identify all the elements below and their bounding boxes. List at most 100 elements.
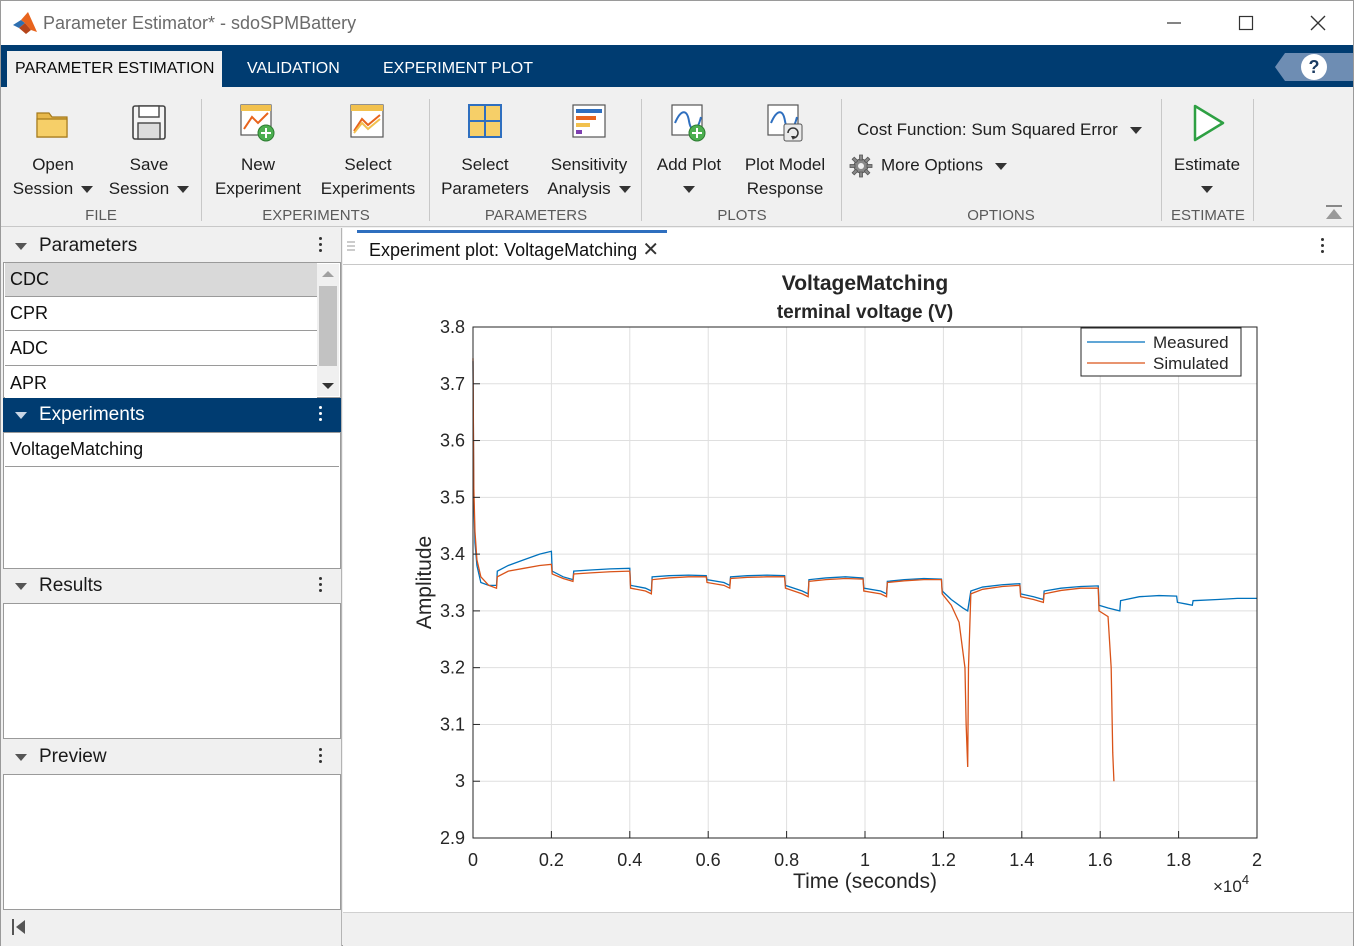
folder-icon xyxy=(36,112,68,138)
tab-experiment-plot[interactable]: EXPERIMENT PLOT xyxy=(375,51,541,87)
y-tick-label: 3.5 xyxy=(440,487,465,507)
collapse-toolstrip-icon[interactable] xyxy=(1325,205,1343,221)
more-options-label: More Options xyxy=(881,155,984,175)
close-icon xyxy=(1310,15,1326,31)
save-session-button[interactable]: Save Session xyxy=(105,103,193,201)
parameters-list: CDC CPR ADC APR xyxy=(3,262,341,401)
x-tick-label: 0.6 xyxy=(696,850,721,870)
sensitivity-bars-icon xyxy=(572,104,606,138)
scroll-down-icon[interactable] xyxy=(317,376,339,396)
x-axis-label: Time (seconds) xyxy=(793,870,937,893)
list-item[interactable]: CDC xyxy=(5,263,317,297)
select-experiments-line2: Experiments xyxy=(320,179,416,198)
list-item[interactable]: ADC xyxy=(5,332,317,366)
scrollbar-thumb[interactable] xyxy=(319,286,337,366)
x-tick-label: 0 xyxy=(468,850,478,870)
results-section-header[interactable]: Results xyxy=(3,569,341,603)
chevron-down-icon xyxy=(618,186,631,194)
open-session-line2: Session xyxy=(12,179,74,198)
x-tick-label: 0.4 xyxy=(617,850,642,870)
add-plot-icon xyxy=(671,104,706,142)
parameters-section-header[interactable]: Parameters xyxy=(3,229,341,263)
maximize-button[interactable] xyxy=(1223,9,1269,37)
list-item[interactable]: VoltageMatching xyxy=(5,433,339,467)
add-plot-button[interactable]: Add Plot xyxy=(647,103,731,201)
list-item[interactable]: APR xyxy=(5,367,317,401)
save-session-line2: Session xyxy=(108,179,170,198)
kebab-menu-icon[interactable] xyxy=(319,237,323,255)
maximize-icon xyxy=(1238,15,1254,31)
preview-title: Preview xyxy=(39,746,107,767)
y-tick-label: 2.9 xyxy=(440,828,465,848)
collapse-triangle-icon xyxy=(15,583,27,590)
select-parameters-line1: Select xyxy=(461,155,509,174)
chevron-down-icon xyxy=(81,186,94,194)
close-tab-icon[interactable]: ✕ xyxy=(642,233,659,267)
document-area: Experiment plot: VoltageMatching ✕ 0 0.2 0… xyxy=(343,228,1353,946)
x-tick-label: 1.2 xyxy=(931,850,956,870)
minimize-icon xyxy=(1167,22,1181,24)
plot-model-response-line1: Plot Model xyxy=(744,155,826,174)
kebab-menu-icon[interactable] xyxy=(319,577,323,595)
plot-model-response-icon xyxy=(767,104,803,142)
legend[interactable]: Measured Simulated xyxy=(1080,327,1242,377)
drag-handle-icon[interactable] xyxy=(347,240,355,252)
new-experiment-line1: New xyxy=(240,155,275,174)
kebab-menu-icon[interactable] xyxy=(1321,238,1325,256)
add-plot-label: Add Plot xyxy=(656,155,722,174)
file-section-label: FILE xyxy=(85,207,117,224)
status-strip xyxy=(343,912,1353,946)
kebab-menu-icon[interactable] xyxy=(319,406,323,424)
matlab-logo-icon xyxy=(13,12,37,34)
collapse-triangle-icon xyxy=(15,754,27,761)
plots-section-label: PLOTS xyxy=(717,207,767,224)
new-experiment-button[interactable]: New Experiment xyxy=(209,103,307,201)
list-item[interactable]: CPR xyxy=(5,297,317,331)
x-tick-label: 0.8 xyxy=(774,850,799,870)
scroll-up-icon[interactable] xyxy=(317,264,339,284)
results-list xyxy=(3,603,341,739)
document-tab-title: Experiment plot: VoltageMatching xyxy=(369,240,638,260)
save-disk-icon xyxy=(132,105,166,140)
y-axis-label: Amplitude xyxy=(413,536,436,629)
preview-section-header[interactable]: Preview xyxy=(3,740,341,774)
experiments-section-label: EXPERIMENTS xyxy=(262,207,370,224)
tab-experiment-plot-document[interactable]: Experiment plot: VoltageMatching ✕ xyxy=(357,230,668,267)
parameters-scrollbar[interactable] xyxy=(317,264,339,396)
chevron-down-icon xyxy=(683,186,695,194)
minimize-button[interactable] xyxy=(1151,9,1197,37)
x-tick-label: 0.2 xyxy=(539,850,564,870)
x-tick-label: 1.4 xyxy=(1009,850,1034,870)
experiments-section-header[interactable]: Experiments xyxy=(3,398,341,432)
preview-area xyxy=(3,774,341,910)
parameters-title: Parameters xyxy=(39,235,138,256)
cost-function-dropdown[interactable]: Cost Function: Sum Squared Error xyxy=(857,120,1142,140)
chevron-down-icon xyxy=(995,162,1008,170)
select-parameters-button[interactable]: Select Parameters xyxy=(437,103,533,201)
more-options-dropdown[interactable]: More Options xyxy=(849,154,1008,178)
series-line-simulated xyxy=(472,358,1115,782)
select-parameters-line2: Parameters xyxy=(441,179,529,198)
results-title: Results xyxy=(39,575,103,596)
close-window-button[interactable] xyxy=(1295,9,1341,37)
help-area: ? xyxy=(1275,53,1353,81)
kebab-menu-icon[interactable] xyxy=(319,748,323,766)
estimate-button[interactable]: Estimate xyxy=(1167,103,1247,201)
separator xyxy=(841,99,842,221)
tab-parameter-estimation[interactable]: PARAMETER ESTIMATION xyxy=(7,51,223,87)
voltage-chart: 0 0.2 0.4 0.6 0.8 1 1.2 1.4 1.6 1.8 2 2.9 3 3.1 3.2 3.3… xyxy=(413,272,1262,896)
estimate-label: Estimate xyxy=(1173,155,1241,174)
tab-validation[interactable]: VALIDATION xyxy=(239,51,348,87)
collapse-panel-icon[interactable] xyxy=(11,918,27,936)
open-session-button[interactable]: Open Session xyxy=(9,103,97,201)
y-tick-label: 3.1 xyxy=(440,714,465,734)
separator xyxy=(429,99,430,221)
select-experiments-button[interactable]: Select Experiments xyxy=(315,103,421,201)
help-button[interactable]: ? xyxy=(1301,54,1327,80)
select-experiments-icon xyxy=(350,104,384,138)
cost-function-label: Cost Function: Sum Squared Error xyxy=(857,120,1118,139)
sensitivity-analysis-button[interactable]: Sensitivity Analysis xyxy=(539,103,639,201)
plot-model-response-button[interactable]: Plot Model Response xyxy=(735,103,835,201)
experiments-list: VoltageMatching xyxy=(3,432,341,569)
title-bar: Parameter Estimator* - sdoSPMBattery xyxy=(1,1,1353,45)
